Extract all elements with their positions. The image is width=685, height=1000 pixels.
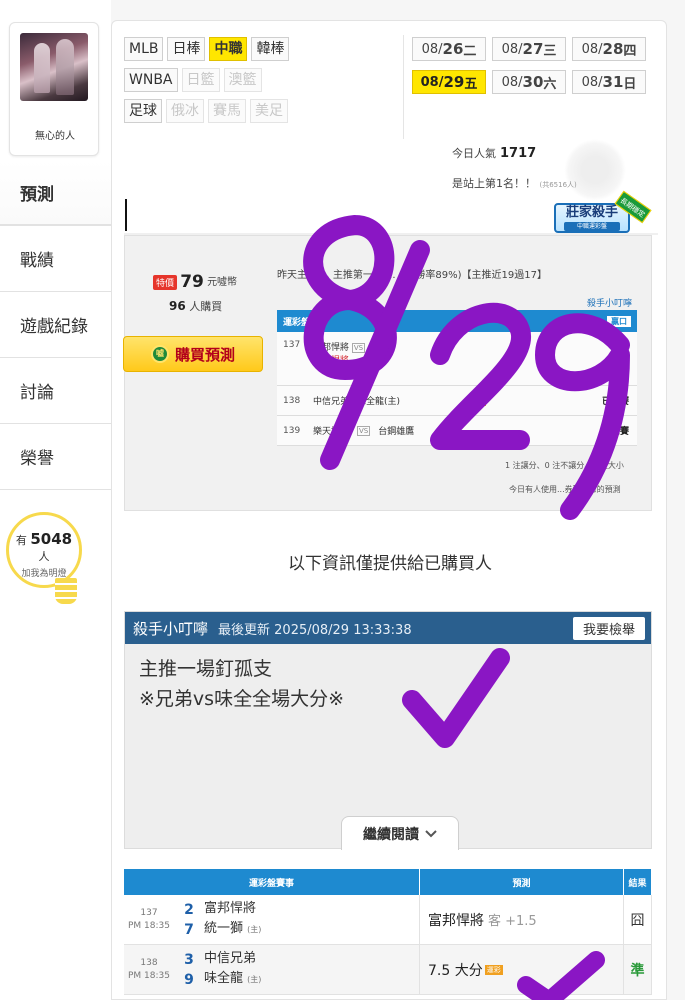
popularity-value: 1717 [500,146,537,161]
nav-item-game-history[interactable]: 遊戲紀錄 [0,292,111,358]
decorative-hand-icon [564,139,626,201]
sport-tab-賽馬: 賽馬 [208,99,246,123]
badge-sub: 中職運彩盤 [564,222,620,231]
purchasers-note: 以下資訊僅提供給已購買人 [288,554,492,574]
win-tag: 贏口 [607,315,631,327]
buyers-unit: 人購買 [189,300,223,313]
preview-headline: 昨天主推 ... 主推第一名 ... (17勝率89%)【主推近19過17】 [277,270,547,281]
tip-line-2: ※兄弟vs味全全場大分※ [139,688,344,710]
table-row: 137 PM 18:35 27 富邦悍將 統一獅 (主) 富邦悍將客 +1.5 囧 [124,895,652,945]
lightbulb-icon [55,578,77,604]
preview-table: 運彩盤 贏口 137 富邦悍將 VS (主) 富邦悍將 開賽 138 中信兄弟 … [277,310,637,446]
user-card[interactable]: 無心的人 [9,22,99,156]
table-row: 137 富邦悍將 VS (主) 富邦悍將 開賽 [277,332,637,386]
sport-tab-美足: 美足 [250,99,288,123]
preview-foot-2: 今日有人使用...券觀看您的預測 [509,485,621,494]
price-value: 79 [180,272,204,292]
date-button-31[interactable]: 08/31 日 [572,70,646,94]
date-button-30[interactable]: 08/30 六 [492,70,566,94]
sidebar-nav: 預測 戰績 遊戲紀錄 討論 榮譽 [0,160,111,490]
table-row: 138 中信兄弟 味全龍(主) 大分 已開賽 [277,386,637,416]
results-table: 運彩盤賽事 預測 結果 137 PM 18:35 27 富邦悍將 統一獅 (主) 富… [124,869,652,995]
killer-tip-panel: 殺手小叮嚀 最後更新 2025/08/29 13:33:38 我要檢舉 主推一場… [124,611,652,850]
result-cell: 準 [624,945,652,994]
coin-icon: 噓 [150,345,169,363]
results-head: 運彩盤賽事 預測 結果 [124,869,652,895]
killer-badge: 莊家殺手 中職運彩盤 長期穩定 [548,190,652,239]
popularity-label: 今日人氣 [452,147,496,160]
nav-item-honor[interactable]: 榮譽 [0,424,111,490]
nav-item-prediction[interactable]: 預測 [0,160,111,226]
table-row: 139 樂天桃猿 VS 台鋼雄鷹 已開賽 [277,416,637,446]
buyers: 96 人購買 [169,298,222,314]
date-button-26[interactable]: 08/26 二 [412,37,486,61]
divider [403,35,404,139]
result-cell: 囧 [624,895,652,944]
lightbulb-supporters[interactable]: 有 5048 人 加我為明燈 [6,512,82,588]
price: 特價 79 元噓幣 [153,272,237,292]
rank-total: (共6516人) [539,181,577,189]
date-button-28[interactable]: 08/28 四 [572,37,646,61]
sport-tab-足球[interactable]: 足球 [124,99,162,123]
sport-tab-日籃: 日籃 [181,68,220,92]
sport-tab-韓棒[interactable]: 韓棒 [251,37,290,61]
sidebar: 無心的人 預測 戰績 遊戲紀錄 討論 榮譽 有 5048 人 加我為明燈 [0,0,111,1000]
tip-body: 主推一場釘孤支 ※兄弟vs味全全場大分※ [125,644,651,724]
main-panel: MLB 日棒 中職 韓棒 WNBA 日籃 澳籃 足球 俄冰 賽馬 美足 08/26 二 08/27… [111,20,667,1000]
tip-header: 殺手小叮嚀 最後更新 2025/08/29 13:33:38 我要檢舉 [125,612,651,644]
supporters-prefix: 有 [15,534,27,547]
sport-tab-澳籃: 澳籃 [223,68,262,92]
supporters-suffix: 人 [38,550,50,563]
prediction-preview: 特價 79 元噓幣 96 人購買 噓 購買預測 昨天主推 ... 主推第一名 .… [123,235,652,511]
sport-tab-WNBA[interactable]: WNBA [124,68,178,92]
tip-updated: 最後更新 2025/08/29 13:33:38 [218,622,412,638]
date-selector: 08/26 二 08/27 三 08/28 四 08/29 五 08/30 六 08/3… [412,37,658,103]
special-tag: 特價 [153,274,178,290]
popularity: 今日人氣 1717 [452,145,536,161]
tip-title: 殺手小叮嚀 [133,619,209,638]
report-button[interactable]: 我要檢舉 [572,616,645,640]
preview-foot: 1 注讓分、0 注不讓分、2 注大小 [505,461,624,470]
sport-selector: MLB 日棒 中職 韓棒 WNBA 日籃 澳籃 足球 俄冰 賽馬 美足 [124,37,324,130]
buy-button-label: 購買預測 [174,345,235,364]
nav-item-discussion[interactable]: 討論 [0,358,111,424]
read-more-button[interactable]: 繼續閱讀 [341,816,459,850]
tip-line-1: 主推一場釘孤支 [139,658,273,680]
date-button-29[interactable]: 08/29 五 [412,70,486,94]
sport-tab-中職[interactable]: 中職 [209,37,248,61]
preview-table-head: 運彩盤 贏口 [277,310,637,332]
supporters-count: 5048 [30,530,73,548]
buyers-count: 96 [169,299,186,313]
sport-tab-MLB[interactable]: MLB [124,37,164,61]
text-caret [125,199,127,231]
avatar[interactable] [20,33,88,101]
user-name: 無心的人 [35,131,75,142]
sport-tab-俄冰: 俄冰 [166,99,204,123]
buy-prediction-button[interactable]: 噓 購買預測 [123,336,263,372]
page: 無心的人 預測 戰績 遊戲紀錄 討論 榮譽 有 5048 人 加我為明燈 MLB… [0,0,685,1000]
sport-tab-日棒[interactable]: 日棒 [167,37,206,61]
killer-tip-link[interactable]: 殺手小叮嚀 [587,296,632,309]
table-row: 138 PM 18:35 39 中信兄弟 味全龍 (主) 7.5 大分 運彩 準 [124,945,652,995]
chevron-down-icon [425,829,437,837]
nav-item-record[interactable]: 戰績 [0,226,111,292]
date-button-27[interactable]: 08/27 三 [492,37,566,61]
price-unit: 元噓幣 [207,277,238,288]
rank-text: 是站上第1名！！ (共6516人) [452,177,577,190]
